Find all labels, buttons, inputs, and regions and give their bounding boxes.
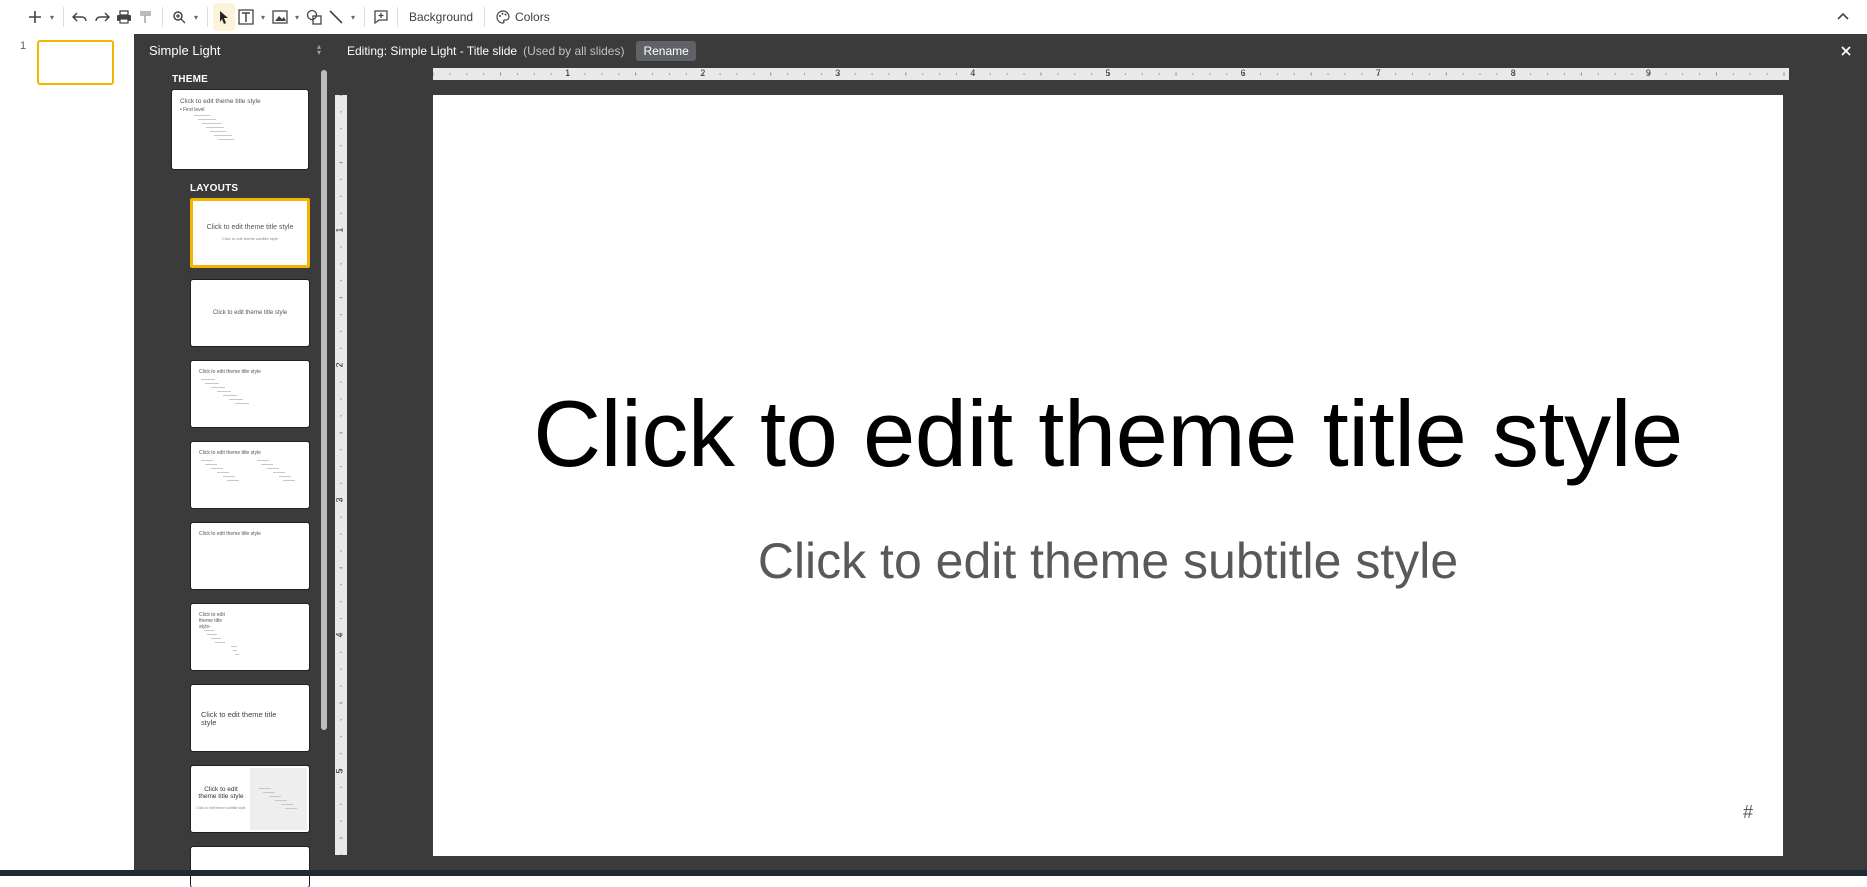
- editing-title: Editing: Simple Light - Title slide: [347, 44, 518, 58]
- thumb-title: Click to edit theme title style: [180, 98, 261, 105]
- insert-image-icon[interactable]: [269, 3, 291, 31]
- horizontal-ruler: 1 2 3 4 5 6 7 8 9: [335, 68, 1867, 81]
- toolbar-divider: [207, 7, 208, 27]
- toolbar: ▾ ▾ ▾ ▾ ▾ Background Colors: [0, 0, 1867, 34]
- slide-thumbnail[interactable]: [37, 40, 114, 85]
- thumb-bullet-lines-left: [201, 460, 241, 484]
- line-dropdown-icon[interactable]: ▾: [347, 3, 359, 31]
- select-cursor-icon[interactable]: [213, 3, 235, 31]
- ruler-label: 1: [334, 227, 345, 233]
- theme-section-label: THEME: [172, 74, 208, 85]
- ruler-label: 4: [970, 68, 976, 78]
- filmstrip: 1: [0, 34, 134, 870]
- panel-scrollbar[interactable]: [321, 70, 327, 730]
- layouts-section-label: LAYOUTS: [190, 183, 239, 194]
- thumb-title: Click to edit theme title style: [206, 224, 294, 231]
- thumb-bullet-lines: [259, 788, 299, 812]
- slide-subtitle-placeholder[interactable]: Click to edit theme subtitle style: [433, 532, 1783, 590]
- theme-name-header[interactable]: Simple Light ▴ ▾: [134, 34, 335, 66]
- thumb-bullet-lines: [201, 626, 251, 658]
- print-icon[interactable]: [113, 3, 135, 31]
- thumb-title: Click to edit theme title style: [198, 786, 244, 800]
- toolbar-divider: [484, 7, 486, 27]
- thumb-bullet-lines: [194, 115, 244, 143]
- ruler-label: 1: [565, 68, 571, 78]
- thumb-title: Click to edit theme title style: [199, 450, 261, 456]
- collapse-toolbar-icon[interactable]: [1833, 6, 1853, 26]
- close-icon[interactable]: [1837, 42, 1855, 60]
- shape-icon[interactable]: [303, 3, 325, 31]
- colors-button[interactable]: Colors: [490, 3, 556, 31]
- theme-master-panel: Simple Light ▴ ▾ THEME Click to edit them…: [134, 34, 335, 887]
- toolbar-divider: [364, 7, 365, 27]
- horizontal-ruler-ticks: [433, 72, 1785, 76]
- redo-icon[interactable]: [91, 3, 113, 31]
- zoom-icon[interactable]: [168, 3, 190, 31]
- thumb-subtitle: Click to edit theme subtitle style: [221, 236, 279, 241]
- paint-format-icon[interactable]: [135, 3, 157, 31]
- palette-icon: [496, 10, 510, 24]
- layout-thumbnail-main-point[interactable]: Click to edit theme title style: [190, 684, 310, 752]
- layout-thumbnail-title-and-two-columns[interactable]: Click to edit theme title style: [190, 441, 310, 509]
- slide-title-placeholder[interactable]: Click to edit theme title style: [433, 380, 1783, 488]
- toolbar-divider: [397, 7, 398, 27]
- layout-thumbnail-title-and-body[interactable]: Click to edit theme title style: [190, 360, 310, 428]
- layout-thumbnail-section-title-and-description[interactable]: Click to edit theme title style Click to…: [190, 765, 310, 833]
- zoom-dropdown-icon[interactable]: ▾: [190, 3, 202, 31]
- sort-arrows-icon: ▴ ▾: [316, 42, 321, 57]
- thumb-body: • First level: [180, 107, 205, 113]
- text-box-dropdown-icon[interactable]: ▾: [257, 3, 269, 31]
- vertical-ruler: 1 2 3 4 5: [335, 81, 348, 870]
- ruler-label: 8: [1510, 68, 1516, 78]
- thumb-title: Click to edit theme title style: [199, 369, 261, 375]
- undo-icon[interactable]: [69, 3, 91, 31]
- ruler-label: 2: [700, 68, 706, 78]
- theme-master-thumbnail[interactable]: Click to edit theme title style • First …: [171, 89, 309, 170]
- horizontal-ruler-track: 1 2 3 4 5 6 7 8 9: [433, 68, 1789, 80]
- background-button[interactable]: Background: [403, 3, 479, 31]
- thumb-title: Click to edit theme title style: [201, 710, 277, 727]
- thumb-bullet-lines: [201, 379, 261, 407]
- vertical-ruler-track: 1 2 3 4 5: [335, 95, 347, 855]
- bottom-strip: [0, 870, 1867, 876]
- layout-thumbnail-title-only[interactable]: Click to edit theme title style: [190, 522, 310, 590]
- add-comment-icon[interactable]: [370, 3, 392, 31]
- layout-thumbnail-title-slide[interactable]: Click to edit theme title style Click to…: [190, 198, 310, 268]
- ruler-label: 3: [835, 68, 841, 78]
- text-box-icon[interactable]: [235, 3, 257, 31]
- ruler-label: 2: [334, 362, 345, 368]
- ruler-label: 4: [334, 632, 345, 638]
- ruler-label: 5: [334, 767, 345, 774]
- thumb-title: Click to edit theme title style: [199, 531, 261, 537]
- layout-thumbnail-section-header[interactable]: Click to edit theme title style: [190, 279, 310, 347]
- used-by-label: (Used by all slides): [523, 44, 625, 58]
- layout-thumbnail-partial[interactable]: [190, 846, 310, 887]
- rename-button[interactable]: Rename: [636, 41, 696, 61]
- new-slide-icon[interactable]: [24, 3, 46, 31]
- insert-image-dropdown-icon[interactable]: ▾: [291, 3, 303, 31]
- thumb-subtitle: Click to edit theme subtitle style: [196, 806, 246, 810]
- thumb-bullet-lines-right: [257, 460, 297, 484]
- ruler-label: 6: [1240, 68, 1246, 78]
- ruler-label: 9: [1645, 68, 1651, 78]
- layout-thumbnail-one-column-text[interactable]: Click to edit theme title style: [190, 603, 310, 671]
- vertical-ruler-ticks: [339, 95, 343, 855]
- slide-number-placeholder[interactable]: #: [1743, 802, 1753, 823]
- slide-number: 1: [20, 40, 27, 52]
- line-icon[interactable]: [325, 3, 347, 31]
- ruler-label: 5: [1105, 68, 1111, 78]
- ruler-label: 3: [334, 497, 345, 503]
- toolbar-divider: [63, 7, 64, 27]
- toolbar-divider: [162, 7, 163, 27]
- editing-bar: Editing: Simple Light - Title slide (Use…: [335, 34, 1867, 68]
- ruler-label: 7: [1375, 68, 1381, 78]
- new-slide-dropdown-icon[interactable]: ▾: [46, 3, 58, 31]
- slide-canvas[interactable]: Click to edit theme title style Click to…: [433, 95, 1783, 856]
- theme-name: Simple Light: [149, 42, 221, 58]
- colors-label: Colors: [515, 10, 550, 24]
- thumb-title: Click to edit theme title style: [212, 310, 288, 316]
